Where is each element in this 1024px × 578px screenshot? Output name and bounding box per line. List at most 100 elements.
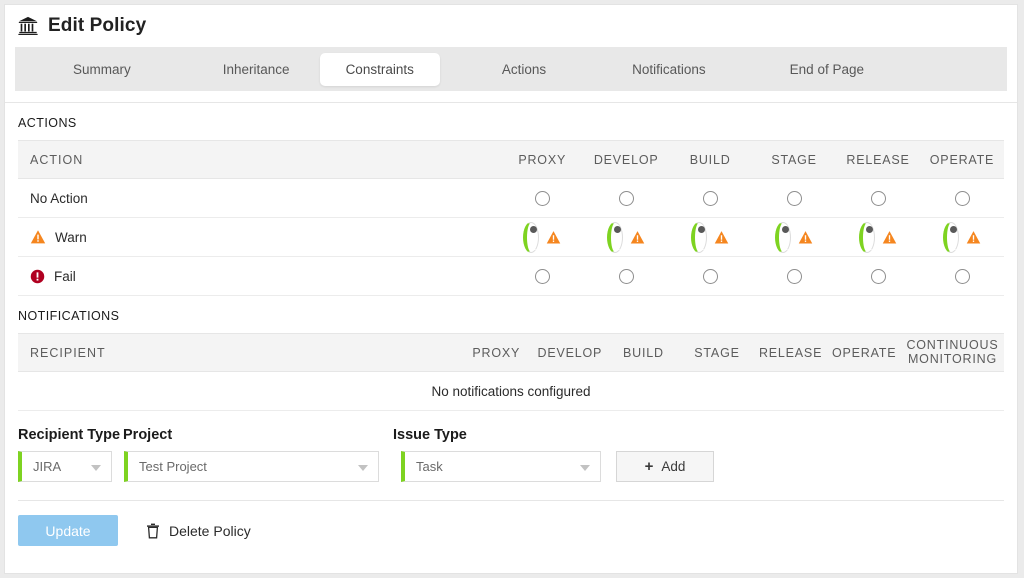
page-title: Edit Policy <box>48 15 146 37</box>
warning-triangle-icon <box>966 230 981 245</box>
col-proxy: PROXY <box>500 141 584 179</box>
fail-exclamation-icon <box>30 269 45 284</box>
tab-inheritance[interactable]: Inheritance <box>197 53 316 86</box>
table-row: No Action <box>18 179 1004 218</box>
cell-warn-develop <box>584 218 668 257</box>
cell-warn-stage <box>752 218 836 257</box>
delete-policy-label: Delete Policy <box>169 523 251 539</box>
warning-triangle-icon <box>30 229 46 245</box>
radio-warn-develop[interactable] <box>607 222 623 253</box>
issue-type-value: Task <box>416 459 443 474</box>
form-controls-row: JIRA Test Project Task + Add <box>18 451 1004 482</box>
edit-policy-window: Edit Policy Summary Inheritance Constrai… <box>4 4 1018 574</box>
radio-fail-release[interactable] <box>871 269 886 284</box>
col-notif-release: RELEASE <box>754 334 828 372</box>
project-select[interactable]: Test Project <box>124 451 379 482</box>
cell-warn-proxy <box>500 218 584 257</box>
notifications-table: RECIPIENT PROXY DEVELOP BUILD STAGE RELE… <box>18 333 1004 411</box>
radio-fail-develop[interactable] <box>619 269 634 284</box>
table-row: Warn <box>18 218 1004 257</box>
row-label-text: No Action <box>30 191 88 206</box>
cell-no-action-develop <box>584 179 668 218</box>
col-notif-operate: OPERATE <box>827 334 901 372</box>
tab-end-of-page[interactable]: End of Page <box>764 53 890 86</box>
cell-no-action-operate <box>920 179 1004 218</box>
col-notif-stage: STAGE <box>680 334 754 372</box>
chevron-down-icon <box>580 465 590 471</box>
radio-fail-operate[interactable] <box>955 269 970 284</box>
notifications-table-header-row: RECIPIENT PROXY DEVELOP BUILD STAGE RELE… <box>18 334 1004 372</box>
recipient-type-select[interactable]: JIRA <box>18 451 112 482</box>
cell-no-action-build <box>668 179 752 218</box>
add-button[interactable]: + Add <box>616 451 714 482</box>
cell-warn-operate <box>920 218 1004 257</box>
row-label-fail: Fail <box>18 257 500 296</box>
radio-warn-build[interactable] <box>691 222 707 253</box>
cell-no-action-release <box>836 179 920 218</box>
row-label-text: Warn <box>55 230 87 245</box>
warning-triangle-icon <box>546 230 561 245</box>
table-row: Fail <box>18 257 1004 296</box>
col-stage: STAGE <box>752 141 836 179</box>
cell-no-action-stage <box>752 179 836 218</box>
window-header: Edit Policy <box>5 5 1017 47</box>
cell-fail-develop <box>584 257 668 296</box>
radio-no-action-develop[interactable] <box>619 191 634 206</box>
radio-warn-proxy[interactable] <box>523 222 539 253</box>
cell-fail-release <box>836 257 920 296</box>
radio-fail-stage[interactable] <box>787 269 802 284</box>
actions-table: ACTION PROXY DEVELOP BUILD STAGE RELEASE… <box>18 140 1004 296</box>
chevron-down-icon <box>91 465 101 471</box>
col-recipient: RECIPIENT <box>18 334 459 372</box>
radio-no-action-proxy[interactable] <box>535 191 550 206</box>
col-continuous-monitoring: CONTINUOUS MONITORING <box>901 334 1004 372</box>
radio-fail-build[interactable] <box>703 269 718 284</box>
col-cm-line1: CONTINUOUS <box>901 339 1004 352</box>
radio-no-action-operate[interactable] <box>955 191 970 206</box>
radio-no-action-build[interactable] <box>703 191 718 206</box>
radio-no-action-release[interactable] <box>871 191 886 206</box>
notifications-empty-message: No notifications configured <box>18 372 1004 411</box>
cell-warn-release <box>836 218 920 257</box>
notifications-empty-row: No notifications configured <box>18 372 1004 411</box>
col-cm-line2: MONITORING <box>901 353 1004 366</box>
tab-summary[interactable]: Summary <box>47 53 157 86</box>
row-label-text: Fail <box>54 269 76 284</box>
radio-no-action-stage[interactable] <box>787 191 802 206</box>
tab-bar: Summary Inheritance Constraints Actions … <box>15 47 1007 91</box>
row-label-no-action: No Action <box>18 179 500 218</box>
update-button-label: Update <box>45 523 90 539</box>
tab-actions[interactable]: Actions <box>476 53 572 86</box>
col-build: BUILD <box>668 141 752 179</box>
footer-actions: Update Delete Policy <box>5 501 1017 546</box>
col-notif-develop: DEVELOP <box>533 334 607 372</box>
issue-type-select[interactable]: Task <box>401 451 601 482</box>
col-operate: OPERATE <box>920 141 1004 179</box>
label-project: Project <box>123 427 393 443</box>
col-develop: DEVELOP <box>584 141 668 179</box>
warning-triangle-icon <box>714 230 729 245</box>
notifications-section-title: NOTIFICATIONS <box>5 296 1017 333</box>
actions-section-title: ACTIONS <box>5 103 1017 140</box>
label-issue-type: Issue Type <box>393 427 593 443</box>
radio-warn-stage[interactable] <box>775 222 791 253</box>
col-notif-proxy: PROXY <box>459 334 533 372</box>
radio-fail-proxy[interactable] <box>535 269 550 284</box>
warning-triangle-icon <box>630 230 645 245</box>
delete-policy-button[interactable]: Delete Policy <box>146 523 251 539</box>
tab-constraints[interactable]: Constraints <box>320 53 440 86</box>
trash-icon <box>146 523 160 539</box>
radio-warn-release[interactable] <box>859 222 875 253</box>
warning-triangle-icon <box>882 230 897 245</box>
col-release: RELEASE <box>836 141 920 179</box>
tab-notifications[interactable]: Notifications <box>606 53 732 86</box>
update-button[interactable]: Update <box>18 515 118 546</box>
cell-fail-build <box>668 257 752 296</box>
plus-icon: + <box>645 459 654 474</box>
warning-triangle-icon <box>798 230 813 245</box>
cell-no-action-proxy <box>500 179 584 218</box>
radio-warn-operate[interactable] <box>943 222 959 253</box>
form-labels-row: Recipient Type Project Issue Type <box>18 427 1004 443</box>
project-value: Test Project <box>139 459 207 474</box>
actions-table-header-row: ACTION PROXY DEVELOP BUILD STAGE RELEASE… <box>18 141 1004 179</box>
